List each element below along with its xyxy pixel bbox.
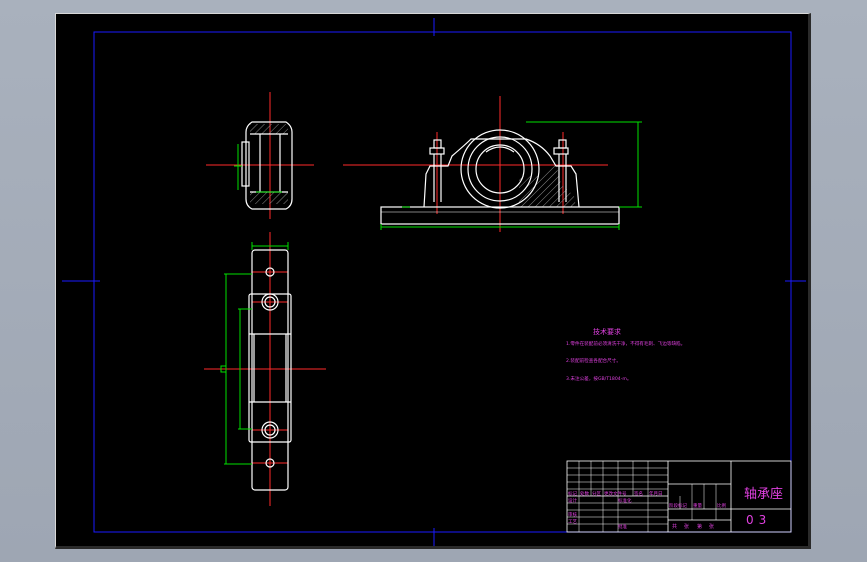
- top-view: [204, 232, 326, 506]
- title-cell-approve: 批准: [618, 523, 627, 530]
- side-view: [206, 92, 314, 219]
- title-cell-change-doc: 更改文件号: [604, 490, 627, 497]
- technical-notes: 技术要求 1.零件在装配前必须清洗干净，不得有毛刺、飞边等缺陷。 2.装配前检查…: [566, 327, 685, 382]
- title-cell-process: 工艺: [568, 519, 577, 525]
- title-cell-date: 年月日: [649, 490, 663, 497]
- drawing-svg: 技术要求 1.零件在装配前必须清洗干净，不得有毛刺、飞边等缺陷。 2.装配前检查…: [62, 18, 806, 546]
- title-cell-sheets: 张: [684, 523, 689, 530]
- drawing-number: 03: [746, 513, 771, 527]
- title-cell-count: 处数: [580, 490, 589, 497]
- title-cell-stage: 阶段标记: [669, 502, 687, 509]
- front-view-dimensions: [380, 121, 642, 230]
- front-view: [343, 96, 642, 232]
- notes-line-1: 1.零件在装配前必须清洗干净，不得有毛刺、飞边等缺陷。: [566, 340, 685, 347]
- title-cell-checker: 审核: [568, 511, 577, 518]
- border-center-marks: [62, 18, 806, 546]
- title-cell-standardization: 标准化: [618, 497, 632, 504]
- title-cell-sheet: 张: [709, 523, 714, 530]
- title-cell-zone: 分区: [592, 490, 601, 497]
- cad-viewport: 技术要求 1.零件在装配前必须清洗干净，不得有毛刺、飞边等缺陷。 2.装配前检查…: [0, 0, 867, 562]
- top-view-centerlines: [204, 232, 326, 506]
- title-cell-sheet-no: 第: [697, 523, 702, 530]
- notes-heading: 技术要求: [593, 327, 621, 336]
- drawing-name: 轴承座: [744, 487, 783, 502]
- notes-line-2: 2.装配前检查各配合尺寸。: [566, 357, 621, 364]
- title-cell-signature: 签名: [634, 490, 643, 497]
- sheet-inner-border: [93, 31, 792, 533]
- title-block: 标记 处数 分区 更改文件号 签名 年月日 设计 标准化 阶段标记 重量 比例 …: [566, 460, 792, 533]
- title-cell-mark: 标记: [568, 490, 577, 497]
- side-view-dimensions: [234, 144, 282, 193]
- title-cell-total: 共: [672, 523, 677, 530]
- title-cell-scale: 比例: [717, 502, 726, 509]
- drawing-canvas[interactable]: 技术要求 1.零件在装配前必须清洗干净，不得有毛刺、飞边等缺陷。 2.装配前检查…: [55, 13, 811, 549]
- title-cell-weight: 重量: [693, 502, 702, 509]
- notes-line-3: 3.未注公差，按GB/T1804-m。: [566, 375, 631, 382]
- title-cell-designer: 设计: [568, 497, 577, 504]
- front-view-centerlines: [343, 96, 608, 232]
